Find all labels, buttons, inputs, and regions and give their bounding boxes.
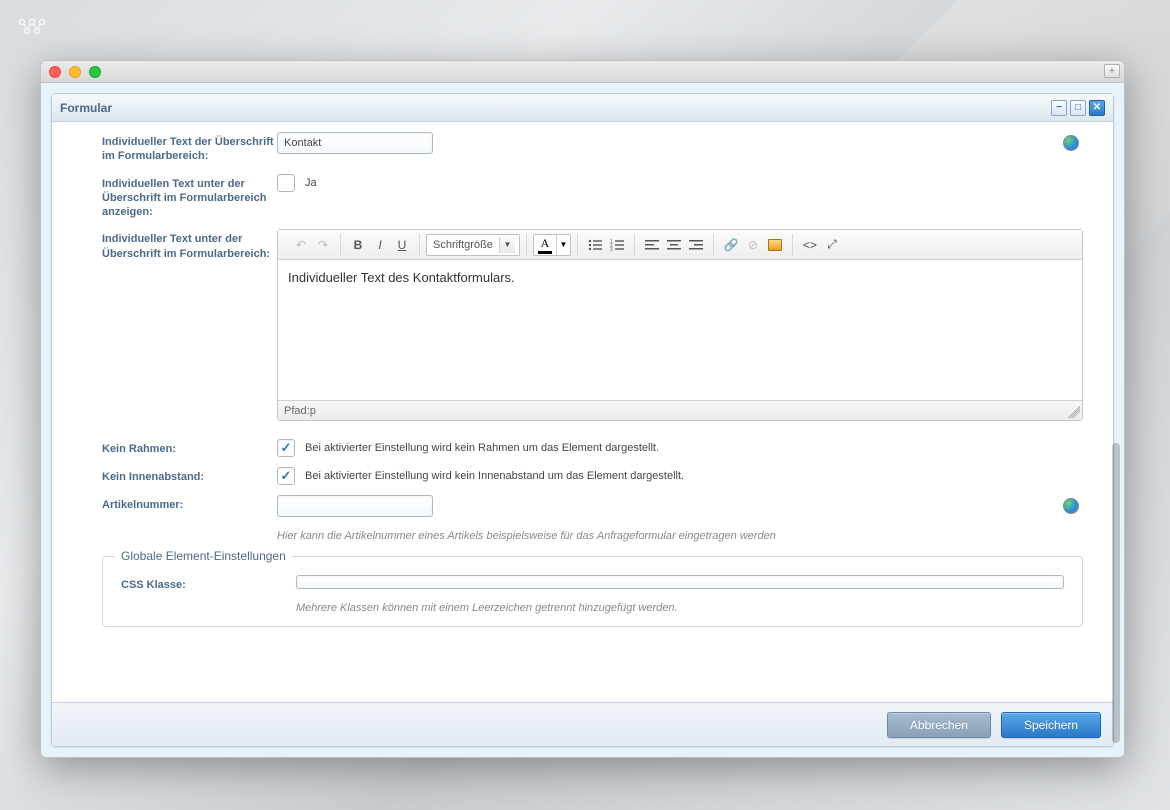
css-class-hint: Mehrere Klassen können mit einem Leerzei… [296,602,1064,614]
no-padding-checkbox[interactable] [277,467,295,485]
global-settings-fieldset: Globale Element-Einstellungen CSS Klasse… [102,556,1083,627]
svg-text:3: 3 [610,247,613,251]
bullet-list-button[interactable] [584,234,606,256]
editor-content[interactable]: Individueller Text des Kontaktformulars. [278,260,1082,400]
article-no-hint: Hier kann die Artikelnummer eines Artike… [277,530,1083,542]
align-left-button[interactable] [641,234,663,256]
image-button[interactable] [764,234,786,256]
unlink-button[interactable]: ⊘ [742,234,764,256]
app-logo-icon [18,18,46,39]
underline-button[interactable]: U [391,234,413,256]
show-subtext-value: Ja [305,174,317,189]
globe-icon[interactable] [1063,135,1079,151]
editor-path: p [310,405,316,417]
cancel-button[interactable]: Abbrechen [887,712,991,738]
window-close-button[interactable] [49,66,61,78]
panel-footer: Abbrechen Speichern [52,702,1113,746]
show-subtext-label: Individuellen Text unter der Überschrift… [102,174,277,220]
link-button[interactable]: 🔗 [720,234,742,256]
no-border-checkbox[interactable] [277,439,295,457]
editor-statusbar: Pfad: p [278,400,1082,420]
source-button[interactable]: <> [799,234,821,256]
css-class-input[interactable] [296,575,1064,589]
app-window: + Formular − □ ✕ Individueller Text der … [40,60,1125,758]
align-right-button[interactable] [685,234,707,256]
subtext-label: Individueller Text unter der Überschrift… [102,229,277,261]
heading-label: Individueller Text der Überschrift im Fo… [102,132,277,164]
scrollbar[interactable] [1112,203,1120,743]
panel-title: Formular [60,101,112,115]
article-no-input[interactable] [277,495,433,517]
resize-grip-icon[interactable] [1068,406,1080,418]
italic-button[interactable]: I [369,234,391,256]
add-tab-button[interactable]: + [1104,64,1120,78]
article-no-label: Artikelnummer: [102,495,277,512]
bold-button[interactable]: B [347,234,369,256]
scrollbar-thumb[interactable] [1112,443,1120,743]
window-titlebar[interactable]: + [41,61,1124,83]
chevron-down-icon: ▼ [556,235,570,255]
globe-icon[interactable] [1063,498,1079,514]
font-size-select[interactable]: Schriftgröße ▼ [426,234,520,256]
align-center-button[interactable] [663,234,685,256]
panel-maximize-button[interactable]: □ [1070,100,1086,116]
css-class-label: CSS Klasse: [121,575,296,592]
redo-button[interactable]: ↷ [312,234,334,256]
no-border-hint: Bei aktivierter Einstellung wird kein Ra… [305,439,659,454]
formular-panel: Formular − □ ✕ Individueller Text der Üb… [51,93,1114,747]
save-button[interactable]: Speichern [1001,712,1101,738]
no-border-label: Kein Rahmen: [102,439,277,456]
no-padding-label: Kein Innenabstand: [102,467,277,484]
panel-minimize-button[interactable]: − [1051,100,1067,116]
show-subtext-checkbox[interactable] [277,174,295,192]
heading-input[interactable] [277,132,433,154]
undo-button[interactable]: ↶ [290,234,312,256]
chevron-down-icon: ▼ [499,237,515,253]
panel-header: Formular − □ ✕ [52,94,1113,122]
no-padding-hint: Bei aktivierter Einstellung wird kein In… [305,467,684,482]
rich-text-editor: ↶ ↷ B I U Schriftgröß [277,229,1083,421]
text-color-button[interactable]: A ▼ [533,234,571,256]
window-zoom-button[interactable] [89,66,101,78]
panel-close-button[interactable]: ✕ [1089,100,1105,116]
image-icon [768,239,782,251]
numbered-list-button[interactable]: 123 [606,234,628,256]
window-minimize-button[interactable] [69,66,81,78]
fullscreen-button[interactable]: ⤢ [821,234,843,256]
global-settings-legend: Globale Element-Einstellungen [115,549,292,563]
